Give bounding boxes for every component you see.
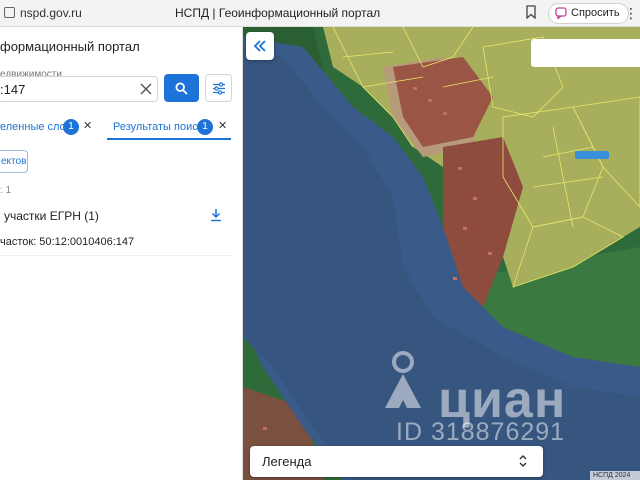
found-count: : 1 — [0, 185, 12, 196]
ask-button[interactable]: Спросить — [548, 3, 629, 24]
browser-url[interactable]: nspd.gov.ru — [20, 6, 82, 20]
search-icon — [175, 82, 188, 95]
objects-button-label: ектов — [1, 156, 27, 167]
close-icon[interactable]: ✕ — [83, 119, 93, 133]
chevron-updown-icon — [519, 455, 527, 467]
map-view[interactable]: циан ID 318876291 Легенда НСПД 2024 — [243, 27, 640, 480]
more-menu-icon[interactable]: ⋮ — [624, 5, 638, 22]
watermark-id: ID 318876291 — [396, 418, 566, 446]
filter-icon — [213, 82, 225, 95]
map-tool-box[interactable] — [531, 39, 640, 67]
collapse-left-icon — [253, 40, 266, 52]
clear-icon[interactable] — [138, 81, 154, 97]
browser-top-bar: nspd.gov.ru НСПД | Геоинформационный пор… — [0, 0, 640, 27]
divider — [0, 255, 232, 256]
search-input-value[interactable]: :147 — [0, 82, 25, 97]
ask-icon — [555, 7, 567, 20]
close-icon[interactable]: ✕ — [218, 119, 228, 133]
tab-selected-layers-badge: 1 — [63, 119, 79, 135]
search-panel: формационный портал едвижимости :147 еле… — [0, 27, 243, 480]
legend-label: Легенда — [262, 454, 312, 469]
objects-button[interactable]: ектов — [0, 150, 28, 173]
result-group-title[interactable]: участки ЕГРН (1) — [4, 209, 99, 223]
portal-title: формационный портал — [0, 39, 140, 54]
legend-selector[interactable]: Легенда — [250, 446, 543, 477]
tab-search-results[interactable]: Результаты поиска — [113, 121, 209, 133]
active-tab-indicator — [107, 138, 231, 140]
map-attribution: НСПД 2024 — [590, 471, 640, 480]
collapse-panel-button[interactable] — [246, 32, 274, 60]
tab-search-results-badge: 1 — [197, 119, 213, 135]
tab-selected-layers[interactable]: еленные слои — [0, 121, 72, 133]
watermark-pin-logo — [385, 351, 421, 408]
highlighted-parcel[interactable] — [575, 151, 609, 159]
filter-button[interactable] — [205, 74, 232, 102]
page-tab-title: НСПД | Геоинформационный портал — [175, 6, 381, 20]
site-icon — [4, 7, 15, 18]
result-item[interactable]: часток: 50:12:0010406:147 — [0, 236, 134, 248]
bookmark-icon[interactable] — [526, 5, 536, 20]
panel-tabs: еленные слои 1 ✕ Результаты поиска 1 ✕ — [0, 115, 243, 140]
search-button[interactable] — [164, 74, 199, 102]
ask-button-label: Спросить — [571, 7, 620, 19]
download-icon[interactable] — [209, 208, 223, 222]
